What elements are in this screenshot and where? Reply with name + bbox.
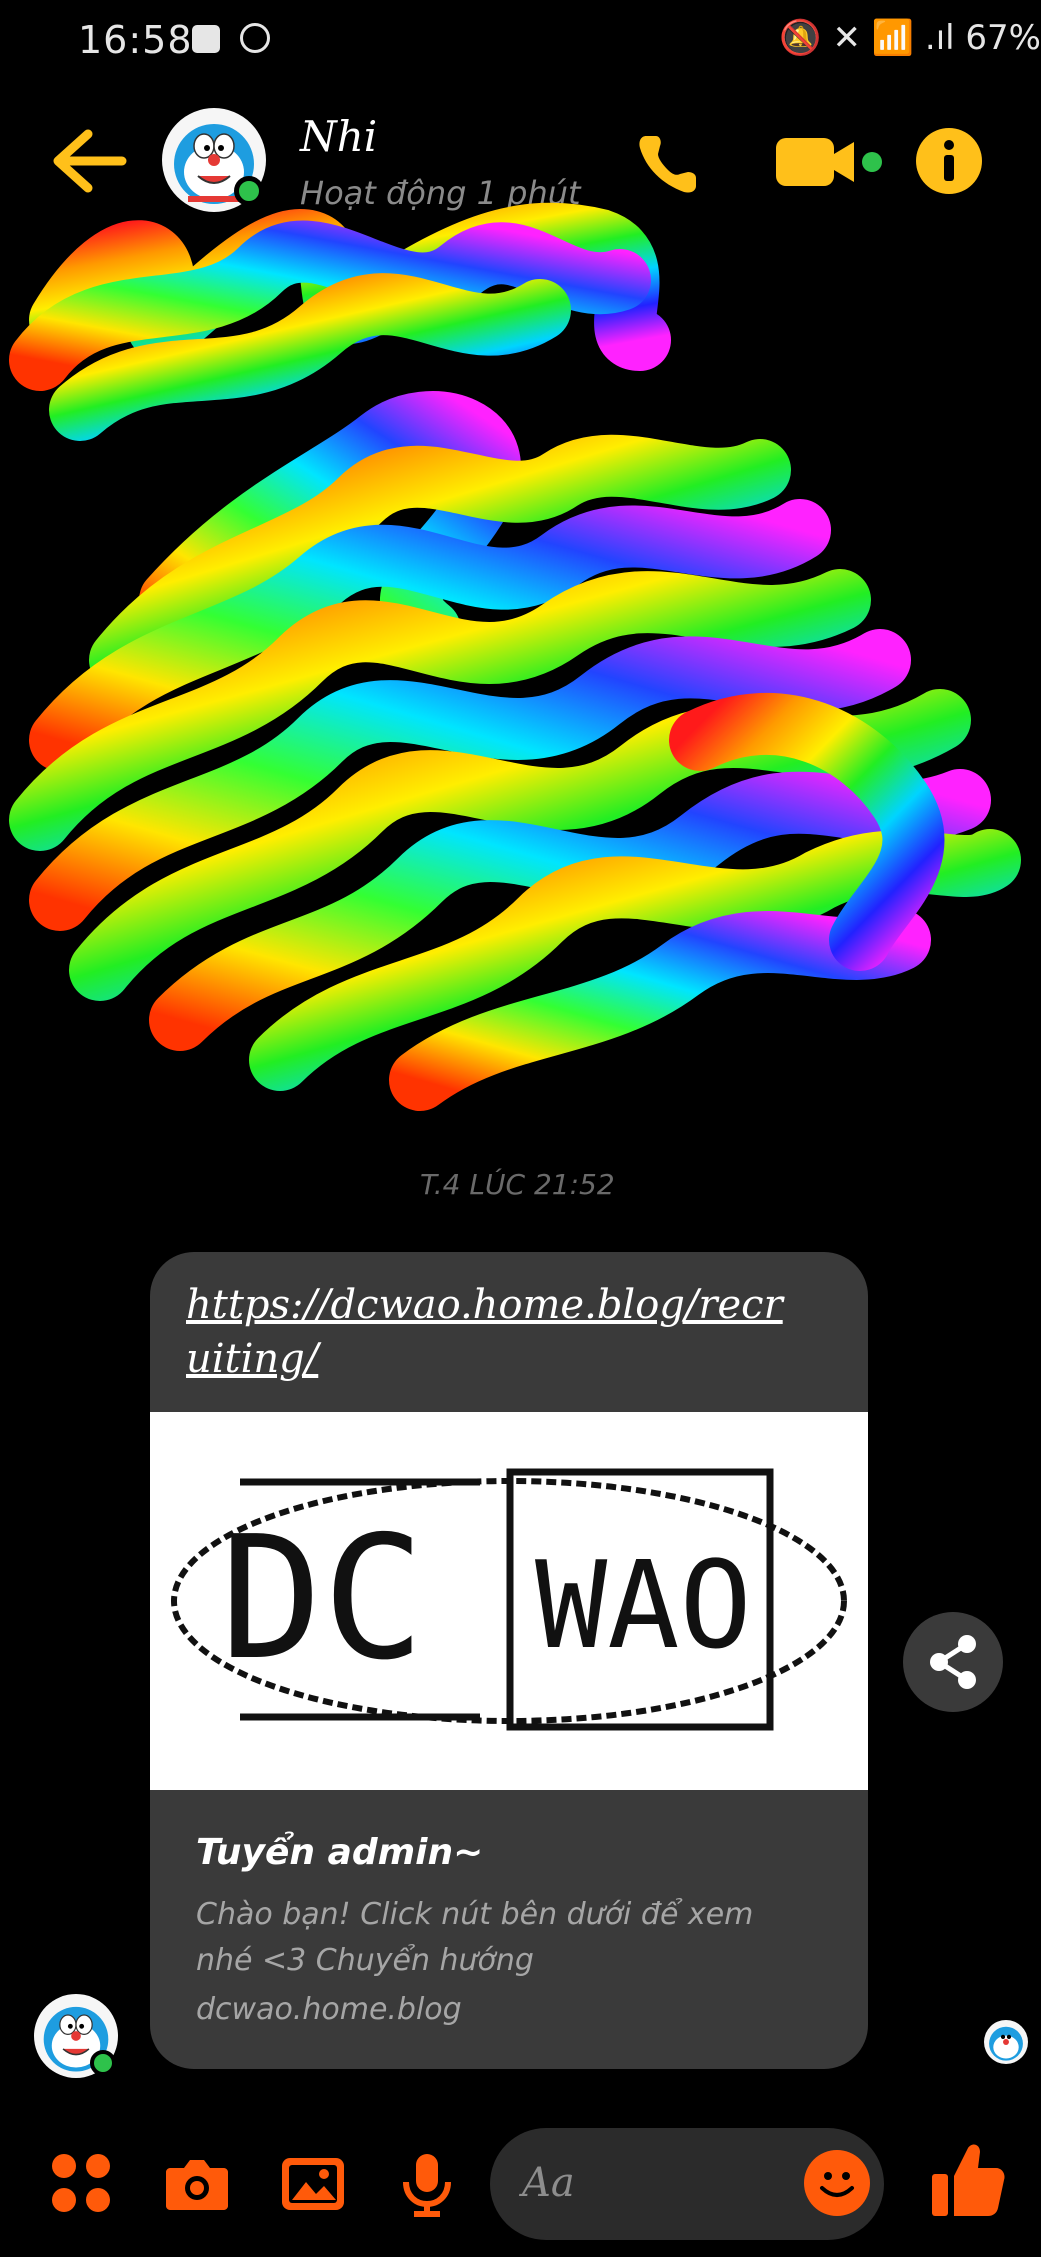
voice-message-button[interactable]	[392, 2148, 462, 2218]
message-timestamp: T.4 LÚC 21:52	[420, 1168, 615, 1201]
microphone-icon	[403, 2154, 451, 2217]
thumbs-up-icon	[932, 2144, 1005, 2216]
image-icon	[282, 2158, 344, 2210]
link-preview-image[interactable]: DC WAO	[150, 1412, 868, 1790]
rainbow-scribble-drawing[interactable]	[0, 180, 1041, 1200]
svg-text:DC: DC	[220, 1500, 425, 1698]
thumbs-up-button[interactable]	[930, 2140, 1006, 2220]
svg-text:WAO: WAO	[535, 1537, 752, 1676]
camera-icon	[166, 2160, 228, 2210]
online-indicator	[90, 2050, 116, 2076]
dcwao-logo-image: DC WAO	[171, 1468, 847, 1731]
share-button[interactable]	[903, 1612, 1003, 1712]
message-input[interactable]: Aa	[490, 2128, 884, 2240]
doraemon-avatar-icon	[989, 2026, 1023, 2061]
notification-check-icon	[192, 25, 220, 53]
gallery-button[interactable]	[278, 2148, 348, 2218]
more-actions-button[interactable]	[46, 2148, 116, 2218]
message-input-placeholder: Aa	[522, 2160, 575, 2206]
camera-button[interactable]	[162, 2148, 232, 2218]
emoji-button[interactable]	[804, 2150, 870, 2216]
four-dots-icon	[52, 2154, 110, 2212]
contact-name[interactable]: Nhi	[300, 112, 377, 161]
status-time: 16:58	[78, 18, 193, 62]
messenger-notification-icon	[240, 23, 270, 53]
link-title: Tuyển admin~	[196, 1832, 484, 1873]
share-icon	[930, 1635, 976, 1689]
link-domain: dcwao.home.blog	[196, 1992, 462, 2027]
link-preview-card[interactable]: https://dcwao.home.blog/recruiting/ DC W…	[150, 1252, 868, 2069]
status-indicators: 🔕 ✕ 📶 .ıl 67%	[779, 18, 1041, 58]
link-description: Chào bạn! Click nút bên dưới để xem nhé …	[196, 1897, 754, 1978]
link-url[interactable]: https://dcwao.home.blog/recruiting/	[186, 1278, 806, 1386]
smiley-icon	[820, 2172, 854, 2197]
seen-receipt-avatar	[984, 2020, 1028, 2064]
